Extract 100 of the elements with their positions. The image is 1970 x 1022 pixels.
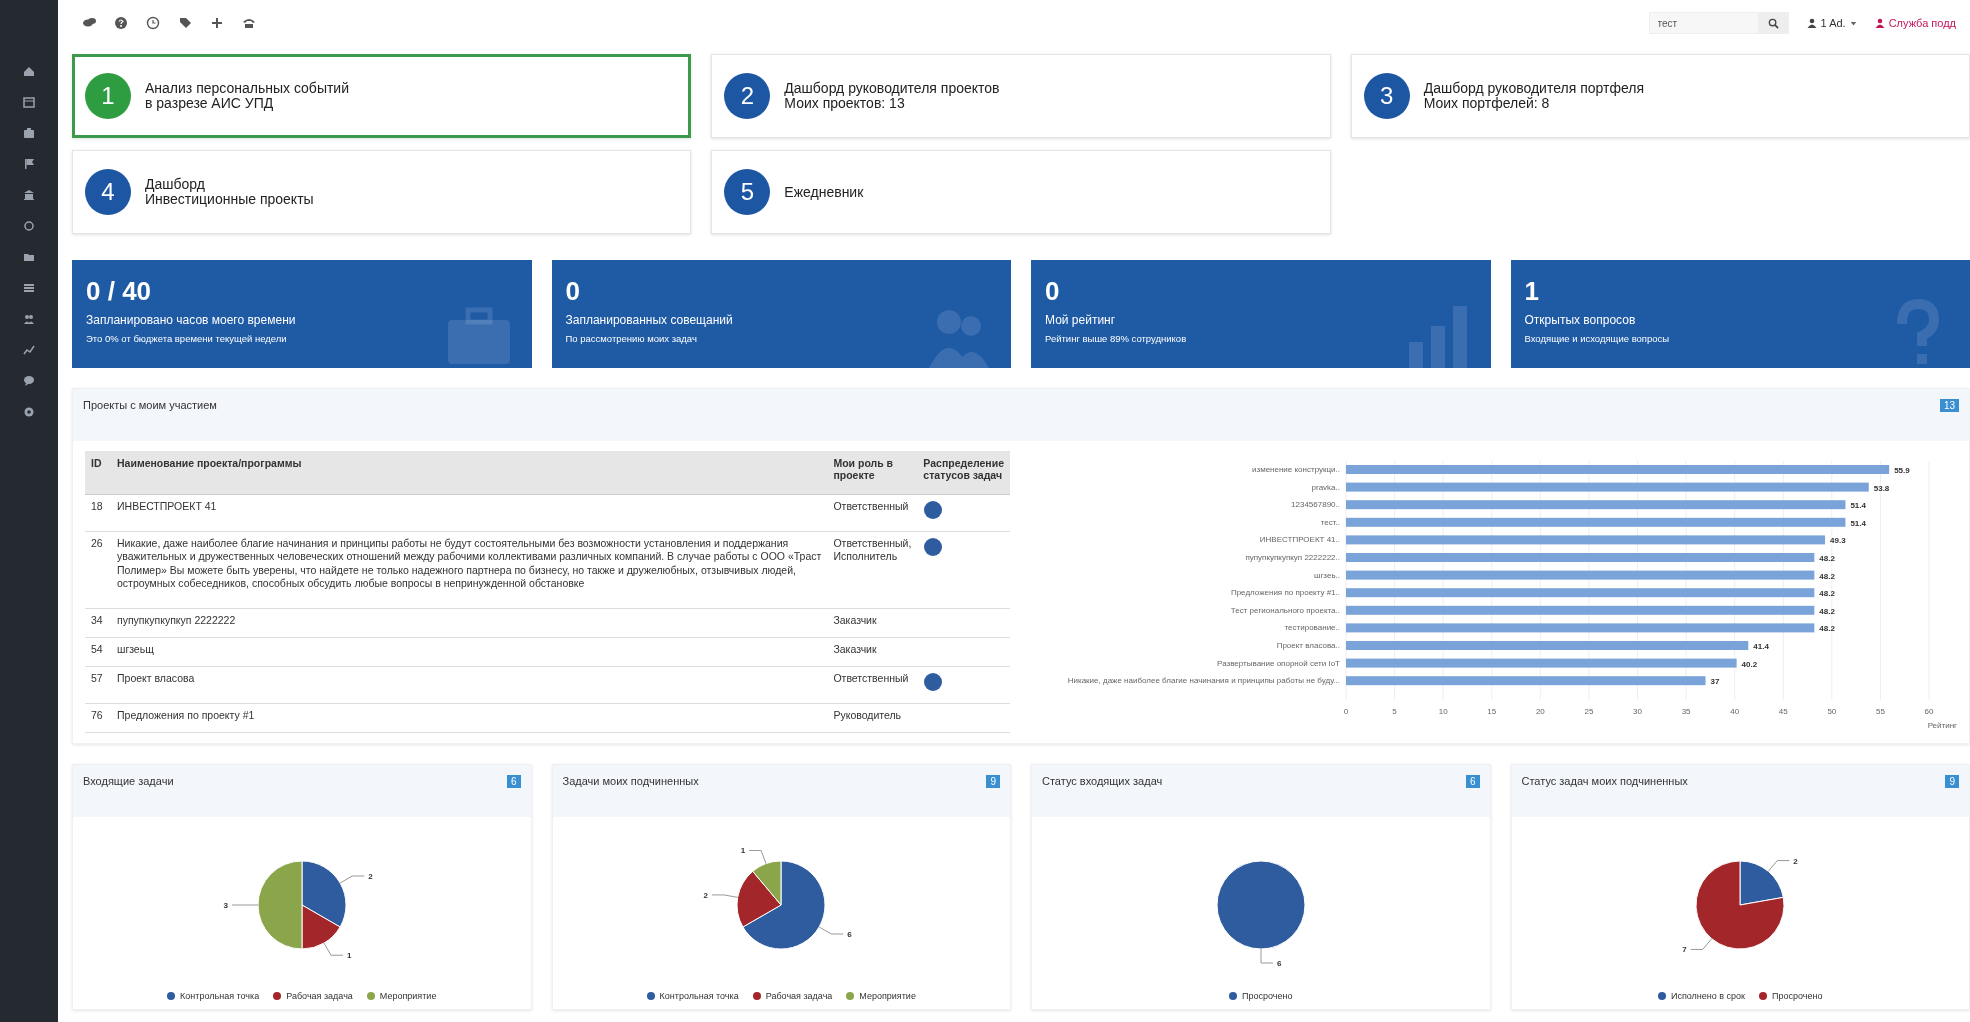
leader-line	[1260, 948, 1274, 964]
help-icon[interactable]	[114, 16, 128, 30]
plus-icon[interactable]	[210, 16, 224, 30]
count-badge: 9	[986, 775, 1000, 788]
stat-subtitle: Это 0% от бюджета времени текущей недели	[86, 333, 288, 344]
gear-icon[interactable]	[22, 405, 36, 419]
legend-item[interactable]: Рабочая задача	[752, 991, 833, 1001]
tick-label: 45	[1778, 706, 1788, 716]
dashboard-card[interactable]: 4 Дашборд Инвестиционные проекты	[72, 150, 692, 234]
calendar-icon[interactable]	[22, 95, 36, 109]
support-link[interactable]: Служба подд	[1874, 17, 1956, 29]
table-cell: Заказчик	[827, 608, 918, 638]
tick-label: 35	[1681, 706, 1691, 716]
user-icon	[1806, 18, 1817, 28]
card-text: Дашборд руководителя портфеля Моих портфелей: 8	[1423, 81, 1644, 111]
dashboard-card[interactable]: 2 Дашборд руководителя проектов Моих проектов: 13	[711, 54, 1331, 138]
axis-title: Рейтинг	[1927, 720, 1957, 730]
value-label: 37	[1710, 677, 1720, 687]
table-cell: 26	[85, 531, 111, 609]
category-label: Никакие, даже наиболее благие начинания и принципы работы не буду...	[1067, 676, 1340, 686]
dashboard-card[interactable]: 1 Анализ персональных событий в разрезе АИС УПД	[72, 54, 692, 138]
value-label: 48.2	[1819, 589, 1835, 599]
legend-item[interactable]: Рабочая задача	[273, 991, 353, 1001]
stat-subtitle: Рейтинг выше 89% сотрудников	[1045, 333, 1188, 344]
leader-line	[711, 894, 739, 898]
legend-item[interactable]: Просрочено	[1229, 991, 1293, 1001]
home-icon[interactable]	[22, 64, 36, 78]
number-badge: 2	[724, 73, 771, 119]
number-badge: 4	[85, 169, 131, 215]
panel-title: Статус входящих задач	[1042, 775, 1163, 787]
chat-icon[interactable]	[22, 374, 36, 388]
tick-label: 60	[1924, 706, 1934, 716]
table-cell: Заказчик	[827, 637, 918, 667]
data-label: 7	[1682, 945, 1687, 955]
category-label: 1234567890..	[1291, 500, 1340, 510]
data-label: 6	[1276, 959, 1282, 968]
user-menu[interactable]: 1 Ad.	[1806, 17, 1857, 29]
category-label: Проект власова..	[1276, 641, 1340, 650]
table-cell: Руководитель	[827, 703, 918, 733]
category-label: Предложения по проекту #1..	[1230, 588, 1340, 598]
building-icon[interactable]	[22, 188, 36, 202]
count-badge: 13	[1939, 399, 1959, 412]
table-cell: шгзеьщ	[111, 637, 828, 667]
tick-label: 15	[1487, 706, 1497, 716]
card-text: Ежедневник	[784, 184, 864, 200]
legend-item[interactable]: Просрочено	[1759, 991, 1823, 1001]
tick-label: 25	[1584, 706, 1594, 716]
search-field[interactable]: тест	[1648, 12, 1759, 34]
table-cell: Ответственный, Исполнитель	[827, 531, 918, 609]
count-badge: 6	[506, 775, 521, 788]
table-cell: Ответственный	[827, 666, 918, 704]
panel-title: Входящие задачи	[83, 775, 174, 787]
ring-icon[interactable]	[22, 219, 36, 233]
column-header: Наименование проекта/программы	[111, 451, 828, 495]
value-label: 48.2	[1819, 554, 1835, 563]
category-label: тест..	[1320, 517, 1340, 527]
value-label: 41.4	[1753, 642, 1769, 651]
legend-item[interactable]: Исполнено в срок	[1657, 991, 1746, 1001]
table-cell: Никакие, даже наиболее благие начинания и принципы работы не будут состоятельными без возможности установления и поддержания уважительных и дружественных человеческих отношений между рабочими коллективами различных компаний. В случае работы с ООО «Траст Полимер» Вы можете быть уверены, что найдете не только надежного партнера по бизнесу, но также и дружелюбных, отзывчивых людей, остроумных собеседников, способных обсудить любые вопросы в непринужденной обстановке	[111, 531, 828, 609]
dashboard-card[interactable]: 5 Ежедневник	[711, 150, 1331, 234]
data-label: 2	[1793, 856, 1798, 866]
dashboard-card[interactable]: 3 Дашборд руководителя портфеля Моих портфелей: 8	[1350, 54, 1970, 138]
table-cell: Проект власова	[111, 666, 828, 704]
data-label: 1	[346, 951, 352, 961]
leader-line	[1768, 860, 1791, 872]
category-label: Тест регионального проекта..	[1230, 605, 1340, 615]
table-cell: Ответственный	[827, 494, 918, 532]
column-header: Мои роль в проекте	[827, 451, 918, 495]
legend-item[interactable]: Мероприятие	[366, 991, 437, 1001]
legend-item[interactable]: Контрольная точка	[646, 991, 739, 1001]
stat-subtitle: Входящие и исходящие вопросы	[1524, 333, 1671, 344]
table-cell: ИНВЕСТПРОЕКТ 41	[111, 494, 828, 532]
category-label: pravka..	[1311, 482, 1340, 492]
leader-line	[748, 850, 767, 865]
table-cell: 57	[85, 666, 111, 704]
status-pie-icon	[923, 672, 944, 693]
value-label: 51.4	[1850, 518, 1866, 528]
tick-label: 5	[1392, 706, 1397, 716]
legend-item[interactable]: Контрольная точка	[167, 991, 260, 1001]
value-label: 51.4	[1850, 501, 1866, 511]
table-cell: 76	[85, 703, 111, 733]
briefcase-icon[interactable]	[22, 126, 36, 140]
tag-icon[interactable]	[178, 16, 192, 30]
tick-label: 55	[1875, 706, 1885, 716]
number-badge: 5	[724, 169, 771, 215]
legend-item[interactable]: Мероприятие	[846, 991, 916, 1001]
line-chart-icon[interactable]	[22, 343, 36, 357]
clock-icon[interactable]	[146, 16, 160, 30]
leader-line	[323, 942, 344, 956]
value-label: 55.9	[1894, 466, 1910, 475]
list-icon[interactable]	[22, 281, 36, 295]
value-label: 49.3	[1830, 536, 1846, 546]
category-label: шгзеь..	[1314, 570, 1340, 580]
users-icon[interactable]	[22, 312, 36, 326]
flag-icon[interactable]	[22, 157, 36, 171]
stat-value: 0	[1045, 276, 1061, 307]
value-label: 48.2	[1819, 571, 1835, 581]
value-label: 53.8	[1873, 483, 1890, 493]
tick-label: 50	[1827, 706, 1837, 716]
search-button[interactable]	[1758, 12, 1789, 34]
